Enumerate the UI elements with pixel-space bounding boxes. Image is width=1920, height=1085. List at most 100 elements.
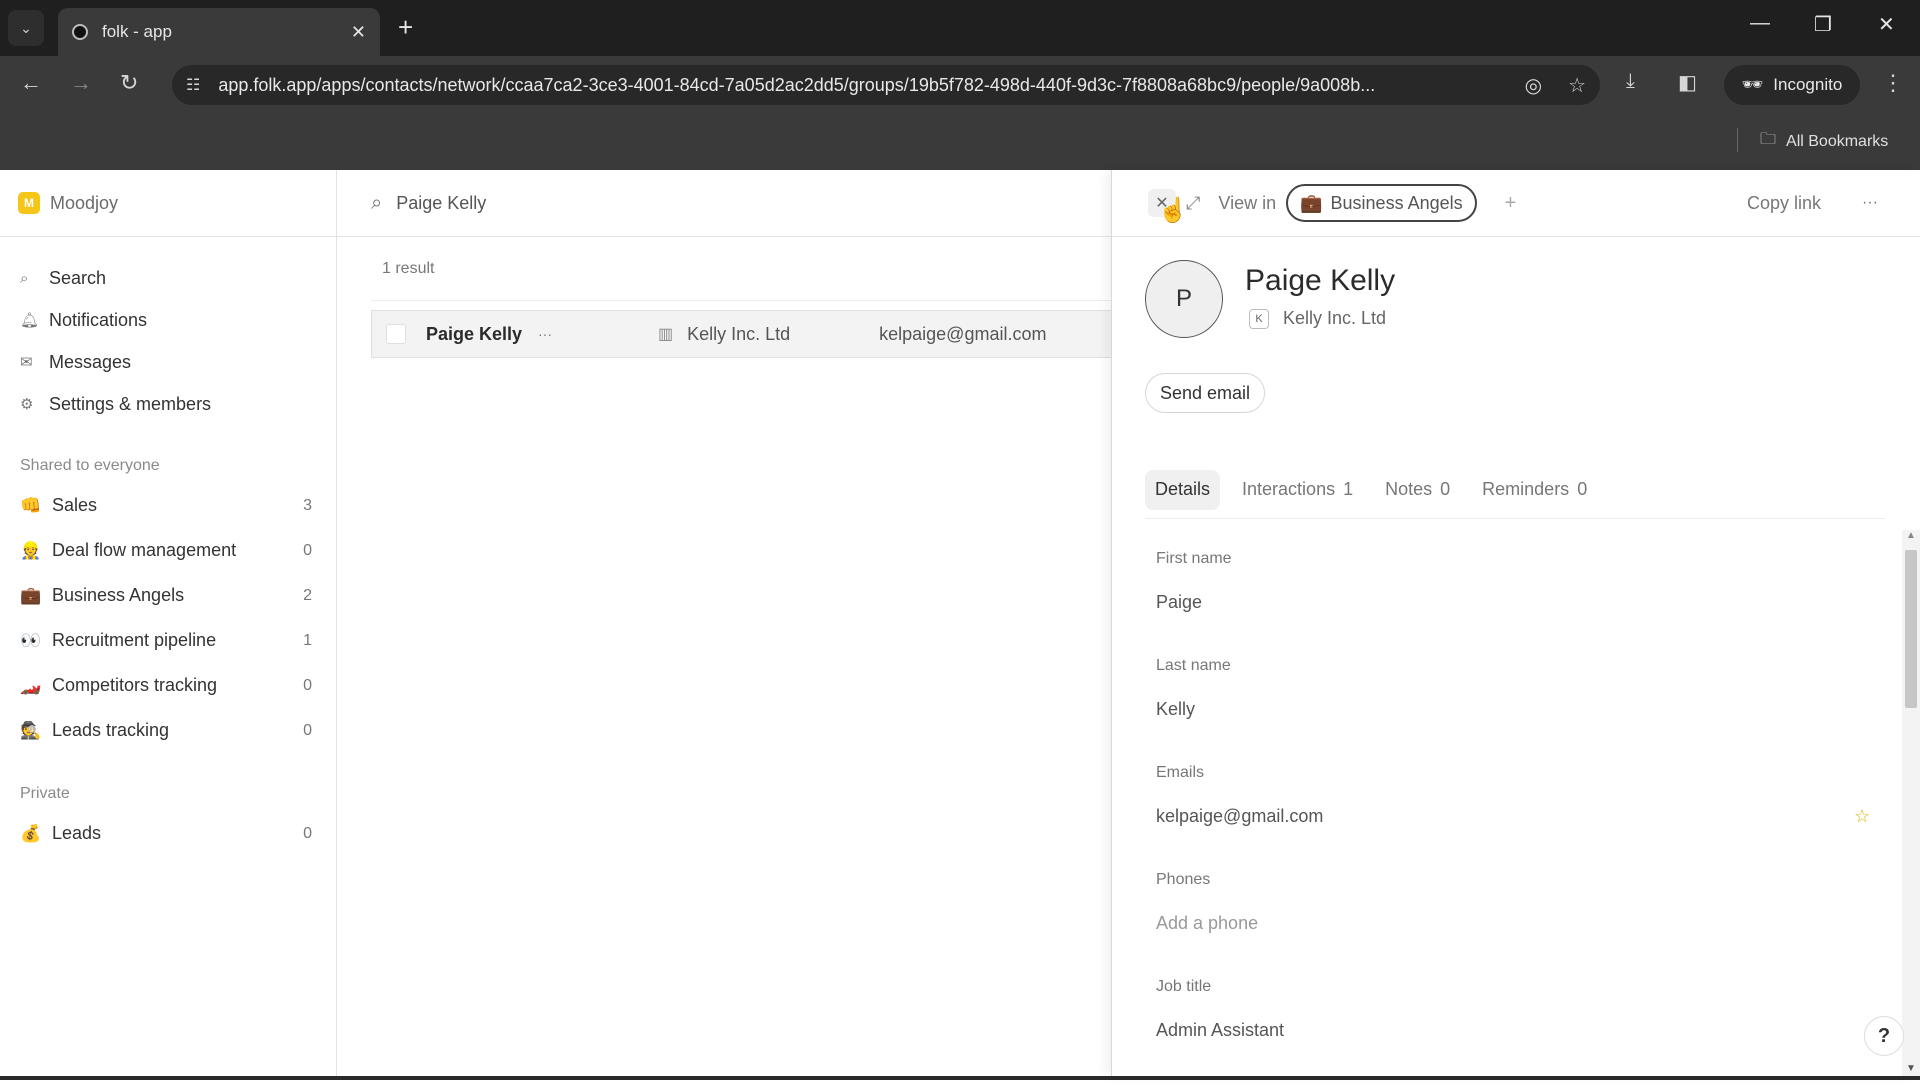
last-name-value[interactable]: Kelly (1156, 699, 1856, 720)
sidebar-nav: ⌕ Search 🔔︎ Notifications ✉ Messages ⚙ S… (0, 237, 336, 425)
send-email-button[interactable]: Send email (1145, 373, 1266, 413)
sidebar: M Moodjoy ⌕ Search 🔔︎ Notifications ✉ Me… (0, 170, 337, 1076)
field-first-name: First name Paige (1156, 550, 1856, 657)
bell-icon: 🔔︎ (20, 312, 40, 329)
group-chip[interactable]: 💼 Business Angels (1286, 184, 1477, 222)
contact-header: P Paige Kelly K Kelly Inc. Ltd (1145, 260, 1395, 338)
group-count: 0 (303, 824, 312, 842)
sidebar-item-messages[interactable]: ✉ Messages (0, 341, 336, 383)
tab-label: Interactions (1242, 479, 1336, 499)
sidebar-item-search[interactable]: ⌕ Search (0, 257, 336, 299)
sidebar-item-label: Settings & members (49, 393, 212, 414)
sidebar-group-leads[interactable]: 💰 Leads 0 (0, 811, 336, 856)
group-label: Leads (52, 823, 102, 843)
url-text[interactable]: app.folk.app/apps/contacts/network/ccaa7… (218, 75, 1498, 96)
incognito-badge[interactable]: 🕶 Incognito (1724, 65, 1860, 105)
tab-reminders[interactable]: Reminders 0 (1472, 470, 1597, 510)
search-input[interactable]: ⌕ Paige Kelly (337, 170, 1111, 237)
workspace-switcher[interactable]: M Moodjoy (0, 170, 336, 237)
group-chip-label: Business Angels (1330, 192, 1463, 213)
sidebar-item-label: Notifications (49, 309, 148, 330)
panel-more-icon[interactable]: ··· (1862, 194, 1878, 212)
folk-favicon-icon (72, 24, 88, 40)
site-settings-icon[interactable]: ☷ (186, 75, 200, 95)
forward-arrow-icon[interactable]: → (70, 70, 92, 96)
back-arrow-icon[interactable]: ← (20, 70, 42, 96)
taskbar-edge (0, 1076, 1920, 1080)
briefcase-emoji-icon: 💼 (1300, 192, 1323, 213)
details-fields: First name Paige Last name Kelly Emails … (1156, 550, 1870, 1085)
add-phone-input[interactable]: Add a phone (1156, 913, 1856, 934)
tab-title: folk - app (102, 22, 172, 41)
help-button[interactable]: ? (1864, 1016, 1904, 1056)
sidebar-item-notifications[interactable]: 🔔︎ Notifications (0, 299, 336, 341)
row-more-icon[interactable]: ··· (538, 326, 658, 342)
tab-notes[interactable]: Notes 0 (1375, 470, 1460, 510)
sidebar-group-business-angels[interactable]: 💼 Business Angels 2 (0, 573, 336, 618)
briefcase-emoji-icon: 💼 (20, 585, 42, 605)
contact-email[interactable]: kelpaige@gmail.com (879, 324, 1046, 345)
reload-icon[interactable]: ↻ (120, 70, 138, 96)
contact-company[interactable]: Kelly Inc. Ltd (687, 324, 879, 345)
primary-star-icon[interactable]: ☆ (1854, 806, 1870, 827)
browser-tab[interactable]: folk - app ✕ (58, 8, 380, 56)
scroll-thumb[interactable] (1905, 550, 1917, 708)
sidebar-group-recruitment[interactable]: 👀 Recruitment pipeline 1 (0, 618, 336, 663)
sidebar-group-leads-tracking[interactable]: 🕵️ Leads tracking 0 (0, 708, 336, 753)
bookmarks-divider (1737, 128, 1738, 152)
scroll-up-arrow-icon[interactable]: ▲ (1906, 530, 1916, 541)
group-label: Sales (52, 495, 98, 515)
search-icon: ⌕ (20, 269, 29, 287)
private-section-label: Private (20, 785, 70, 802)
contact-tabs: Details Interactions 1 Notes 0 Reminders… (1145, 467, 1885, 519)
field-label: Last name (1156, 657, 1231, 674)
all-bookmarks-button[interactable]: 🗀 All Bookmarks (1760, 128, 1888, 155)
group-count: 0 (303, 721, 312, 739)
group-count: 2 (303, 586, 312, 604)
table-row[interactable]: Paige Kelly ··· ▥ Kelly Inc. Ltd kelpaig… (371, 310, 1131, 358)
group-label: Business Angels (52, 585, 185, 605)
expand-icon[interactable]: ⤢ (1186, 193, 1200, 214)
contact-company-link[interactable]: K Kelly Inc. Ltd (1245, 308, 1395, 329)
minimize-icon[interactable]: — (1750, 12, 1770, 35)
group-count: 0 (303, 676, 312, 694)
browser-menu-icon[interactable]: ⋮ (1882, 70, 1904, 96)
job-title-value[interactable]: Admin Assistant (1156, 1020, 1856, 1041)
tab-label: Notes (1385, 479, 1433, 499)
restore-icon[interactable]: ❐ (1814, 12, 1832, 37)
new-tab-plus-icon[interactable]: + (398, 12, 413, 43)
incognito-label: Incognito (1773, 75, 1843, 94)
group-label: Recruitment pipeline (52, 630, 217, 650)
scroll-down-arrow-icon[interactable]: ▼ (1906, 1063, 1916, 1074)
sidebar-group-competitors[interactable]: 🏎️ Competitors tracking 0 (0, 663, 336, 708)
details-scrollbar[interactable]: ▲ ▼ (1902, 530, 1920, 1076)
tab-details[interactable]: Details (1145, 469, 1221, 510)
tab-list-chevron-icon[interactable]: ⌄ (8, 10, 44, 46)
search-query[interactable]: Paige Kelly (396, 193, 486, 214)
copy-link-button[interactable]: Copy link (1747, 193, 1821, 214)
mail-icon: ✉ (20, 354, 33, 371)
avatar[interactable]: P (1145, 260, 1223, 338)
add-group-plus-icon[interactable]: + (1505, 192, 1517, 215)
email-row[interactable]: kelpaige@gmail.com ☆ (1156, 806, 1870, 827)
download-icon[interactable]: ⤓ (1626, 70, 1635, 93)
bookmark-star-icon[interactable]: ☆ (1568, 73, 1586, 98)
detective-emoji-icon: 🕵️ (20, 720, 42, 740)
address-bar[interactable]: ☷ app.folk.app/apps/contacts/network/cca… (172, 65, 1600, 105)
sidebar-group-deal-flow[interactable]: 👷 Deal flow management 0 (0, 528, 336, 573)
eyes-emoji-icon: 👀 (20, 630, 42, 650)
money-bag-emoji-icon: 💰 (20, 823, 42, 843)
sidebar-group-sales[interactable]: 👊 Sales 3 (0, 483, 336, 528)
tab-interactions[interactable]: Interactions 1 (1232, 470, 1363, 510)
eye-off-icon[interactable]: ◎ (1525, 73, 1542, 98)
row-checkbox[interactable] (386, 324, 406, 344)
sidebar-item-settings[interactable]: ⚙ Settings & members (0, 383, 336, 425)
view-in-label: View in (1218, 192, 1277, 213)
email-value[interactable]: kelpaige@gmail.com (1156, 806, 1323, 827)
close-window-icon[interactable]: ✕ (1878, 12, 1895, 37)
folder-icon: 🗀 (1760, 131, 1777, 148)
first-name-value[interactable]: Paige (1156, 592, 1856, 613)
tab-close-icon[interactable]: ✕ (351, 22, 366, 43)
contact-name[interactable]: Paige Kelly (426, 324, 538, 345)
side-panel-icon[interactable]: ◧ (1678, 70, 1697, 95)
